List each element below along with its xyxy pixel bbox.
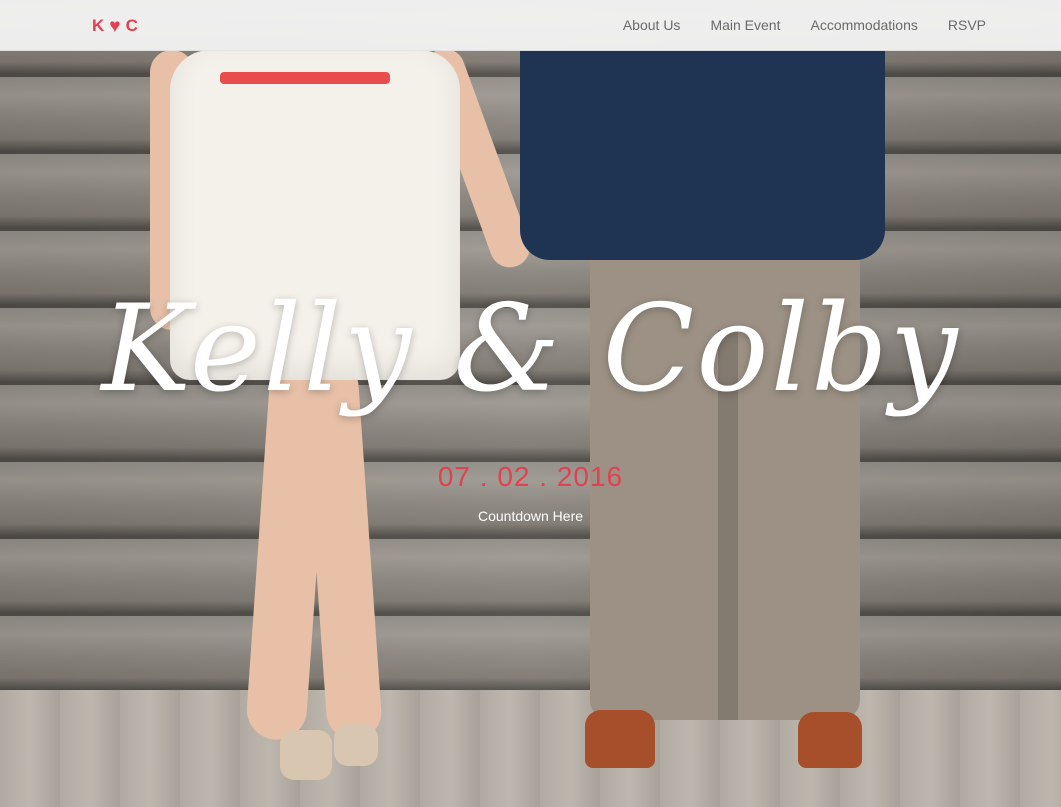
nav-link-about-us[interactable]: About Us — [623, 17, 681, 33]
groom-jacket — [520, 50, 885, 260]
bride-shoe — [334, 724, 378, 766]
top-navbar: K ♥ C About Us Main Event Accommodations… — [0, 0, 1061, 51]
red-belt — [220, 72, 390, 84]
wedding-date: 07 . 02 . 2016 — [437, 461, 624, 492]
couple-names-title: Kelly & Colby — [101, 280, 960, 419]
brand-initial-left: K — [92, 16, 106, 35]
nav-link-accommodations[interactable]: Accommodations — [810, 17, 917, 33]
groom-shoe — [798, 712, 862, 768]
bride-shoe — [280, 730, 332, 780]
brand-logo[interactable]: K ♥ C — [92, 15, 139, 37]
brand-initial-right: C — [125, 16, 139, 35]
nav-menu: About Us Main Event Accommodations RSVP — [623, 0, 986, 50]
nav-link-rsvp[interactable]: RSVP — [948, 17, 986, 33]
nav-link-main-event[interactable]: Main Event — [710, 17, 780, 33]
groom-shoe — [585, 710, 655, 768]
heart-icon: ♥ — [109, 15, 122, 37]
countdown-text: Countdown Here — [477, 508, 584, 524]
wood-floor — [0, 690, 1061, 807]
